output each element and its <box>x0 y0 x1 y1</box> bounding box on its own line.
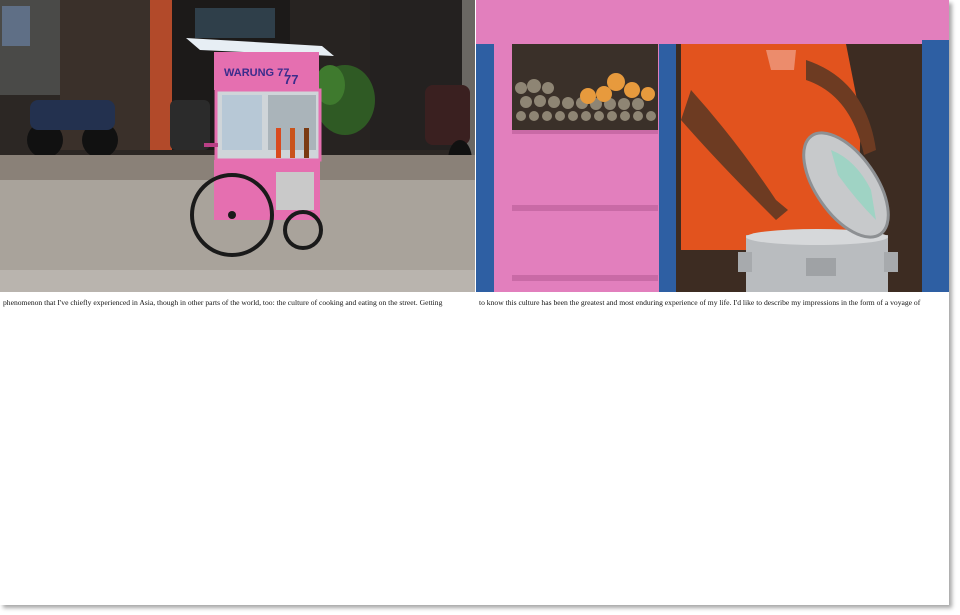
cart-sign-number: 77 <box>284 72 298 87</box>
book-spread: WARUNG 77 77 phenomenon that I've chiefl… <box>0 0 949 605</box>
photo-pink-food-cart: WARUNG 77 77 <box>0 0 475 292</box>
cart-sign-text: WARUNG 77 <box>224 67 289 79</box>
photo-pink-stall-cook <box>476 0 949 292</box>
body-text-left-column: phenomenon that I've chiefly experienced… <box>3 298 443 307</box>
body-text-right-column: to know this culture has been the greate… <box>479 298 921 307</box>
